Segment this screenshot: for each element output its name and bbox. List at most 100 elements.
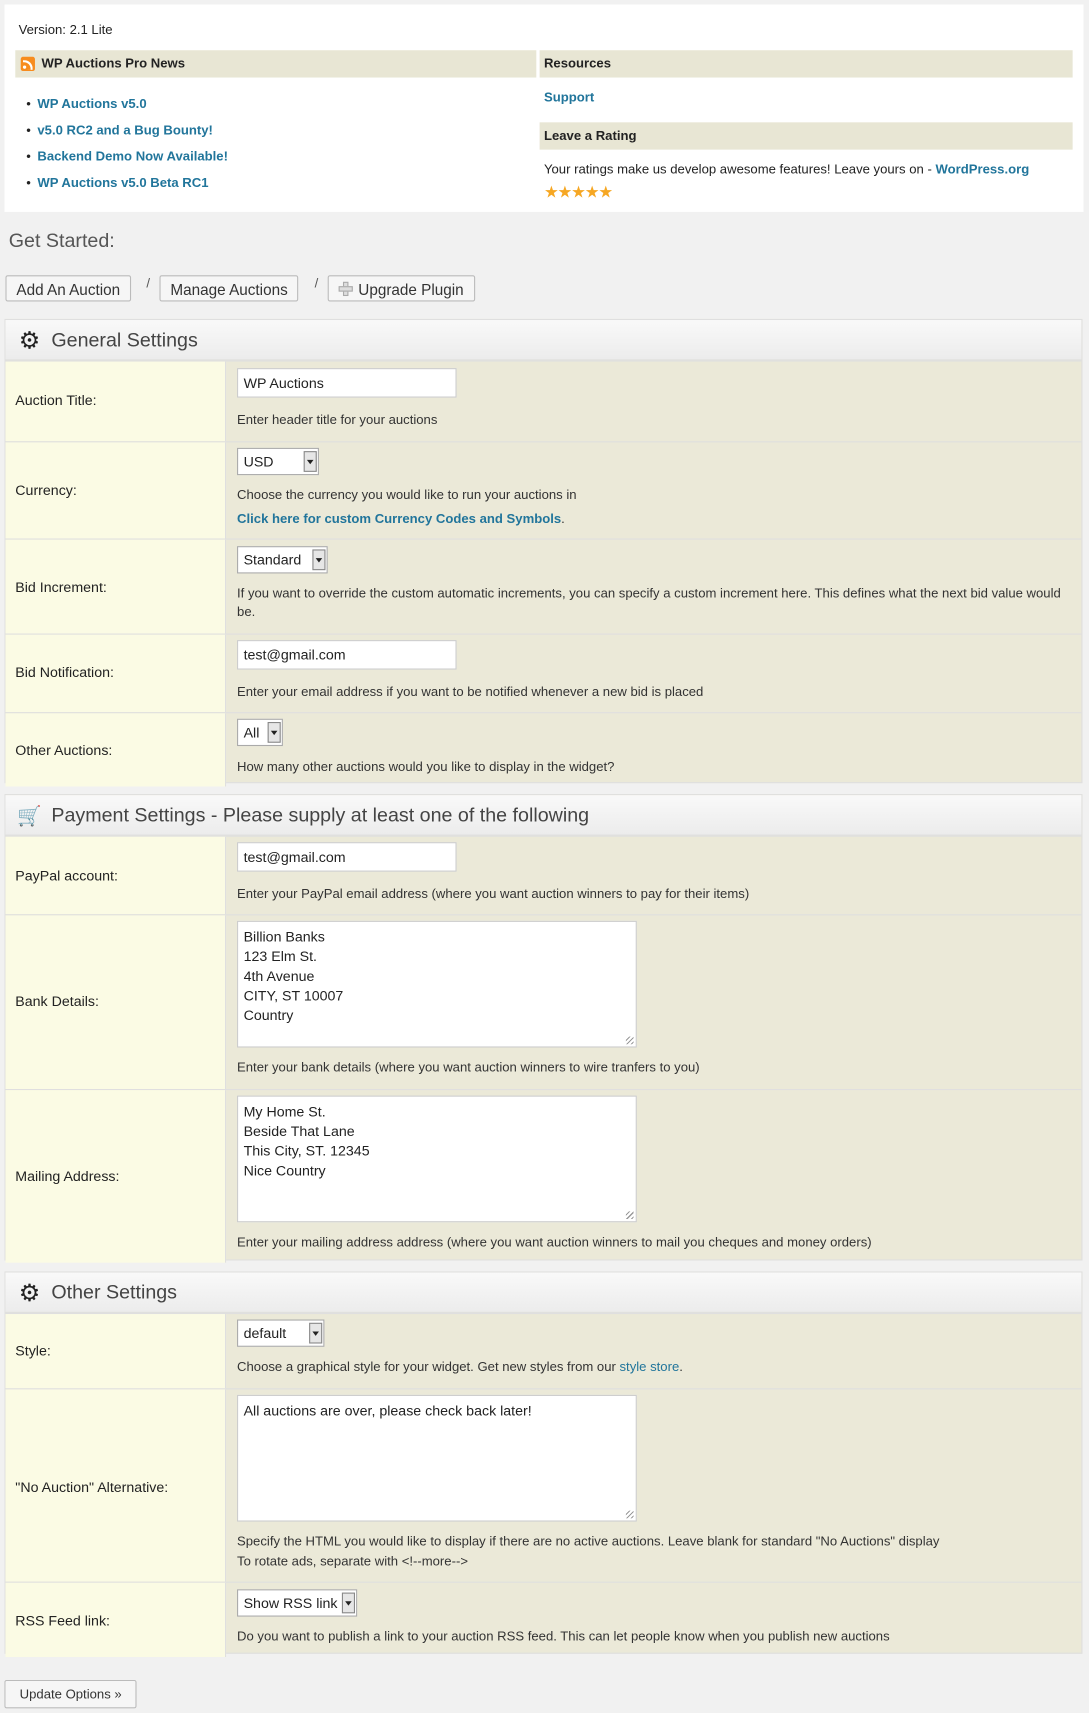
mailing-address-row: Mailing Address: My Home St. Beside That… — [5, 1089, 1082, 1263]
field-label: Bid Notification: — [15, 664, 114, 681]
bank-details-row: Bank Details: Billion Banks 123 Elm St. … — [5, 914, 1082, 1090]
gear-icon: ⚙ — [18, 326, 41, 354]
field-label: Auction Title: — [15, 392, 97, 409]
paypal-input[interactable]: test@gmail.com — [237, 842, 457, 872]
style-select[interactable]: default — [237, 1319, 325, 1347]
upgrade-plugin-button[interactable]: Upgrade Plugin — [327, 275, 475, 302]
style-help: Choose a graphical style for your widget… — [237, 1358, 620, 1375]
update-options-button[interactable]: Update Options » — [4, 1679, 137, 1709]
version-text: Version: 2.1 Lite — [18, 21, 113, 38]
other-settings-panel: ⚙ Other Settings Style: default Choose a… — [4, 1271, 1083, 1658]
field-label: PayPal account: — [15, 867, 118, 884]
panel-header: ⚙ Other Settings — [5, 1272, 1082, 1313]
field-label: Bank Details: — [15, 992, 99, 1010]
bank-details-textarea[interactable]: Billion Banks 123 Elm St. 4th Avenue CIT… — [237, 920, 637, 1048]
currency-codes-link[interactable]: Click here for custom Currency Codes and… — [237, 511, 561, 526]
payment-settings-panel: 🛒 Payment Settings - Please supply at le… — [4, 794, 1083, 1263]
help-text: Enter your email address if you want to … — [237, 683, 704, 700]
help-text: To rotate ads, separate with <!--more--> — [237, 1553, 468, 1569]
rss-select[interactable]: Show RSS link — [237, 1589, 358, 1617]
help-text: Specify the HTML you would like to displ… — [237, 1533, 940, 1549]
plus-icon — [338, 281, 353, 297]
rss-icon — [20, 56, 35, 71]
chevron-down-icon — [312, 549, 326, 571]
news-link[interactable]: WP Auctions v5.0 — [37, 96, 146, 111]
style-store-link[interactable]: style store — [620, 1359, 680, 1374]
panel-title: Payment Settings - Please supply at leas… — [51, 803, 590, 826]
currency-select[interactable]: USD — [237, 447, 319, 476]
support-link[interactable]: Support — [544, 90, 594, 105]
news-link[interactable]: Backend Demo Now Available! — [37, 149, 228, 164]
select-value: USD — [243, 453, 274, 470]
auction-title-row: Auction Title: WP Auctions Enter header … — [5, 360, 1082, 442]
help-text: Choose a graphical style for your widget… — [237, 1358, 683, 1377]
wordpress-org-link[interactable]: WordPress.org — [935, 162, 1029, 177]
help-text: Click here for custom Currency Codes and… — [237, 510, 565, 529]
field-label: Currency: — [15, 481, 77, 499]
manage-auctions-button[interactable]: Manage Auctions — [159, 275, 299, 302]
field-label: Bid Increment: — [15, 578, 107, 596]
no-auction-textarea[interactable]: All auctions are over, please check back… — [237, 1394, 637, 1522]
info-box: Version: 2.1 Lite WP Auctions Pro News W… — [4, 4, 1084, 212]
chevron-down-icon — [303, 451, 317, 472]
chevron-down-icon — [267, 722, 281, 743]
mailing-address-textarea[interactable]: My Home St. Beside That Lane This City, … — [237, 1095, 637, 1223]
help-text: Enter your mailing address address (wher… — [237, 1234, 872, 1250]
get-started-title: Get Started: — [8, 229, 115, 252]
news-title: WP Auctions Pro News — [41, 55, 185, 71]
rating-stars-icon[interactable]: ★★★★★ — [544, 182, 613, 203]
rss-row: RSS Feed link: Show RSS link Do you want… — [5, 1581, 1082, 1658]
bid-increment-select[interactable]: Standard — [237, 546, 328, 574]
field-label: RSS Feed link: — [15, 1612, 110, 1629]
rating-text: Your ratings make us develop awesome fea… — [544, 162, 1029, 177]
bid-notification-row: Bid Notification: test@gmail.com Enter y… — [5, 633, 1082, 713]
field-label: Other Auctions: — [15, 741, 113, 759]
currency-row: Currency: USD Choose the currency you wo… — [5, 441, 1082, 539]
add-auction-button[interactable]: Add An Auction — [5, 275, 132, 302]
panel-header: 🛒 Payment Settings - Please supply at le… — [5, 795, 1082, 836]
resources-title: Resources — [543, 55, 612, 71]
paypal-row: PayPal account: test@gmail.com Enter you… — [5, 835, 1082, 915]
field-label: Mailing Address: — [15, 1167, 120, 1185]
help-text: Choose the currency you would like to ru… — [237, 487, 577, 503]
field-label: Style: — [15, 1342, 51, 1359]
chevron-down-icon — [341, 1592, 355, 1614]
gears-icon: ⚙ — [18, 1279, 41, 1307]
other-auctions-select[interactable]: All — [237, 718, 283, 747]
select-value: default — [243, 1324, 287, 1342]
help-text: Do you want to publish a link to your au… — [237, 1628, 890, 1644]
list-item: Backend Demo Now Available! — [26, 149, 228, 175]
separator: / — [314, 275, 319, 291]
select-value: All — [243, 724, 260, 741]
upgrade-plugin-label: Upgrade Plugin — [358, 280, 464, 299]
help-text: Enter header title for your auctions — [237, 411, 438, 428]
style-row: Style: default Choose a graphical style … — [5, 1312, 1082, 1389]
list-item: WP Auctions v5.0 Beta RC1 — [26, 175, 228, 201]
help-text: How many other auctions would you like t… — [237, 759, 615, 775]
other-auctions-row: Other Auctions: All How many other aucti… — [5, 712, 1082, 787]
separator: / — [146, 275, 151, 291]
resources-header: Resources — [539, 50, 1073, 78]
panel-title: Other Settings — [51, 1281, 178, 1304]
link-suffix: . — [679, 1358, 683, 1375]
help-text: Enter your bank details (where you want … — [237, 1059, 700, 1075]
rating-description: Your ratings make us develop awesome fea… — [543, 161, 936, 177]
auction-title-input[interactable]: WP Auctions — [237, 368, 457, 398]
bid-notification-input[interactable]: test@gmail.com — [237, 640, 457, 670]
panel-title: General Settings — [51, 328, 198, 351]
cart-icon: 🛒 — [17, 805, 42, 827]
news-list: WP Auctions v5.0 v5.0 RC2 and a Bug Boun… — [26, 96, 228, 201]
select-value: Standard — [243, 551, 302, 568]
news-link[interactable]: WP Auctions v5.0 Beta RC1 — [37, 175, 208, 190]
rating-title: Leave a Rating — [543, 127, 637, 144]
field-label: "No Auction" Alternative: — [15, 1478, 169, 1496]
select-value: Show RSS link — [243, 1594, 338, 1612]
chevron-down-icon — [309, 1322, 323, 1344]
link-suffix: . — [561, 511, 565, 527]
news-header: WP Auctions Pro News — [15, 50, 537, 78]
panel-header: ⚙ General Settings — [5, 320, 1082, 361]
help-text: Enter your PayPal email address (where y… — [237, 885, 750, 902]
bid-increment-row: Bid Increment: Standard If you want to o… — [5, 538, 1082, 634]
help-text: If you want to override the custom autom… — [237, 585, 1061, 620]
news-link[interactable]: v5.0 RC2 and a Bug Bounty! — [37, 122, 213, 137]
